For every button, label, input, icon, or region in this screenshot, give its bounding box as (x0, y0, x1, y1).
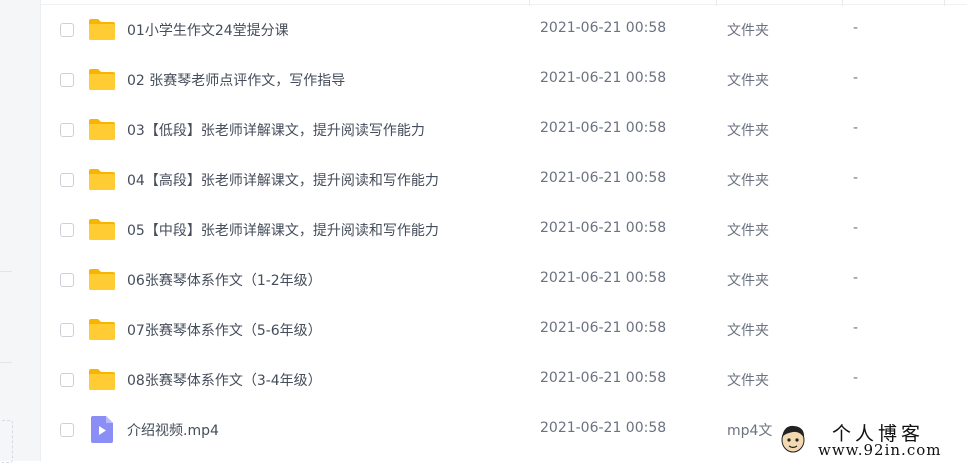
file-type: 文件夹 (727, 123, 769, 139)
file-name[interactable]: 08张赛琴体系作文（3-4年级） (127, 370, 322, 390)
file-type: 文件夹 (727, 373, 769, 389)
file-date: 2021-06-21 00:58 (540, 20, 667, 36)
file-name[interactable]: 02 张赛琴老师点评作文，写作指导 (127, 70, 345, 90)
header-divider (41, 4, 967, 5)
row-checkbox[interactable] (60, 123, 74, 137)
row-checkbox[interactable] (60, 423, 74, 437)
file-name[interactable]: 介绍视频.mp4 (127, 420, 219, 440)
folder-icon (89, 369, 115, 390)
row-checkbox[interactable] (60, 323, 74, 337)
file-type: 文件夹 (727, 173, 769, 189)
file-name[interactable]: 04【高段】张老师详解课文，提升阅读和写作能力 (127, 170, 439, 190)
file-size: - (853, 20, 859, 36)
file-size: - (853, 220, 859, 236)
file-name[interactable]: 07张赛琴体系作文（5-6年级） (127, 320, 322, 340)
file-date: 2021-06-21 00:58 (540, 70, 667, 86)
row-checkbox[interactable] (60, 173, 74, 187)
left-sidebar-edge (0, 0, 41, 463)
folder-icon (89, 219, 115, 240)
file-date: 2021-06-21 00:58 (540, 220, 667, 236)
folder-icon (89, 19, 115, 40)
watermark: 个人博客 www.92in.com (772, 417, 967, 461)
file-size: - (853, 120, 859, 136)
file-size: - (853, 70, 859, 86)
file-type: mp4文 (727, 423, 773, 439)
file-list: 01小学生作文24堂提分课 2021-06-21 00:58 文件夹 -02 张赛琴老… (41, 0, 967, 461)
folder-icon (89, 69, 115, 90)
file-type: 文件夹 (727, 23, 769, 39)
file-date: 2021-06-21 00:58 (540, 120, 667, 136)
file-name[interactable]: 06张赛琴体系作文（1-2年级） (127, 270, 322, 290)
folder-icon (89, 119, 115, 140)
file-name[interactable]: 05【中段】张老师详解课文，提升阅读和写作能力 (127, 220, 439, 240)
file-row[interactable]: 06张赛琴体系作文（1-2年级） 2021-06-21 00:58 文件夹 - (41, 256, 967, 306)
file-name[interactable]: 03【低段】张老师详解课文，提升阅读写作能力 (127, 120, 425, 140)
file-row[interactable]: 01小学生作文24堂提分课 2021-06-21 00:58 文件夹 - (41, 6, 967, 56)
folder-icon (89, 319, 115, 340)
row-checkbox[interactable] (60, 273, 74, 287)
file-row[interactable]: 08张赛琴体系作文（3-4年级） 2021-06-21 00:58 文件夹 - (41, 356, 967, 406)
file-size: - (853, 170, 859, 186)
file-size: - (853, 270, 859, 286)
video-file-icon (91, 416, 113, 443)
file-size: - (853, 320, 859, 336)
file-type: 文件夹 (727, 273, 769, 289)
file-date: 2021-06-21 00:58 (540, 370, 667, 386)
file-date: 2021-06-21 00:58 (540, 170, 667, 186)
file-row[interactable]: 03【低段】张老师详解课文，提升阅读写作能力 2021-06-21 00:58 文件… (41, 106, 967, 156)
watermark-url: www.92in.com (818, 441, 942, 459)
file-type: 文件夹 (727, 223, 769, 239)
file-date: 2021-06-21 00:58 (540, 320, 667, 336)
file-size: - (853, 370, 859, 386)
sidebar-divider (0, 271, 12, 272)
sidebar-upload-box[interactable] (2, 420, 13, 463)
row-checkbox[interactable] (60, 73, 74, 87)
file-row[interactable]: 04【高段】张老师详解课文，提升阅读和写作能力 2021-06-21 00:58 文… (41, 156, 967, 206)
file-type: 文件夹 (727, 73, 769, 89)
folder-icon (89, 269, 115, 290)
folder-icon (89, 169, 115, 190)
watermark-face-icon (781, 425, 805, 453)
file-date: 2021-06-21 00:58 (540, 420, 667, 436)
file-date: 2021-06-21 00:58 (540, 270, 667, 286)
row-checkbox[interactable] (60, 223, 74, 237)
sidebar-divider (0, 362, 12, 363)
file-name[interactable]: 01小学生作文24堂提分课 (127, 20, 289, 40)
row-checkbox[interactable] (60, 23, 74, 37)
row-checkbox[interactable] (60, 373, 74, 387)
file-row[interactable]: 07张赛琴体系作文（5-6年级） 2021-06-21 00:58 文件夹 - (41, 306, 967, 356)
file-row[interactable]: 05【中段】张老师详解课文，提升阅读和写作能力 2021-06-21 00:58 文… (41, 206, 967, 256)
file-type: 文件夹 (727, 323, 769, 339)
file-row[interactable]: 02 张赛琴老师点评作文，写作指导 2021-06-21 00:58 文件夹 - (41, 56, 967, 106)
